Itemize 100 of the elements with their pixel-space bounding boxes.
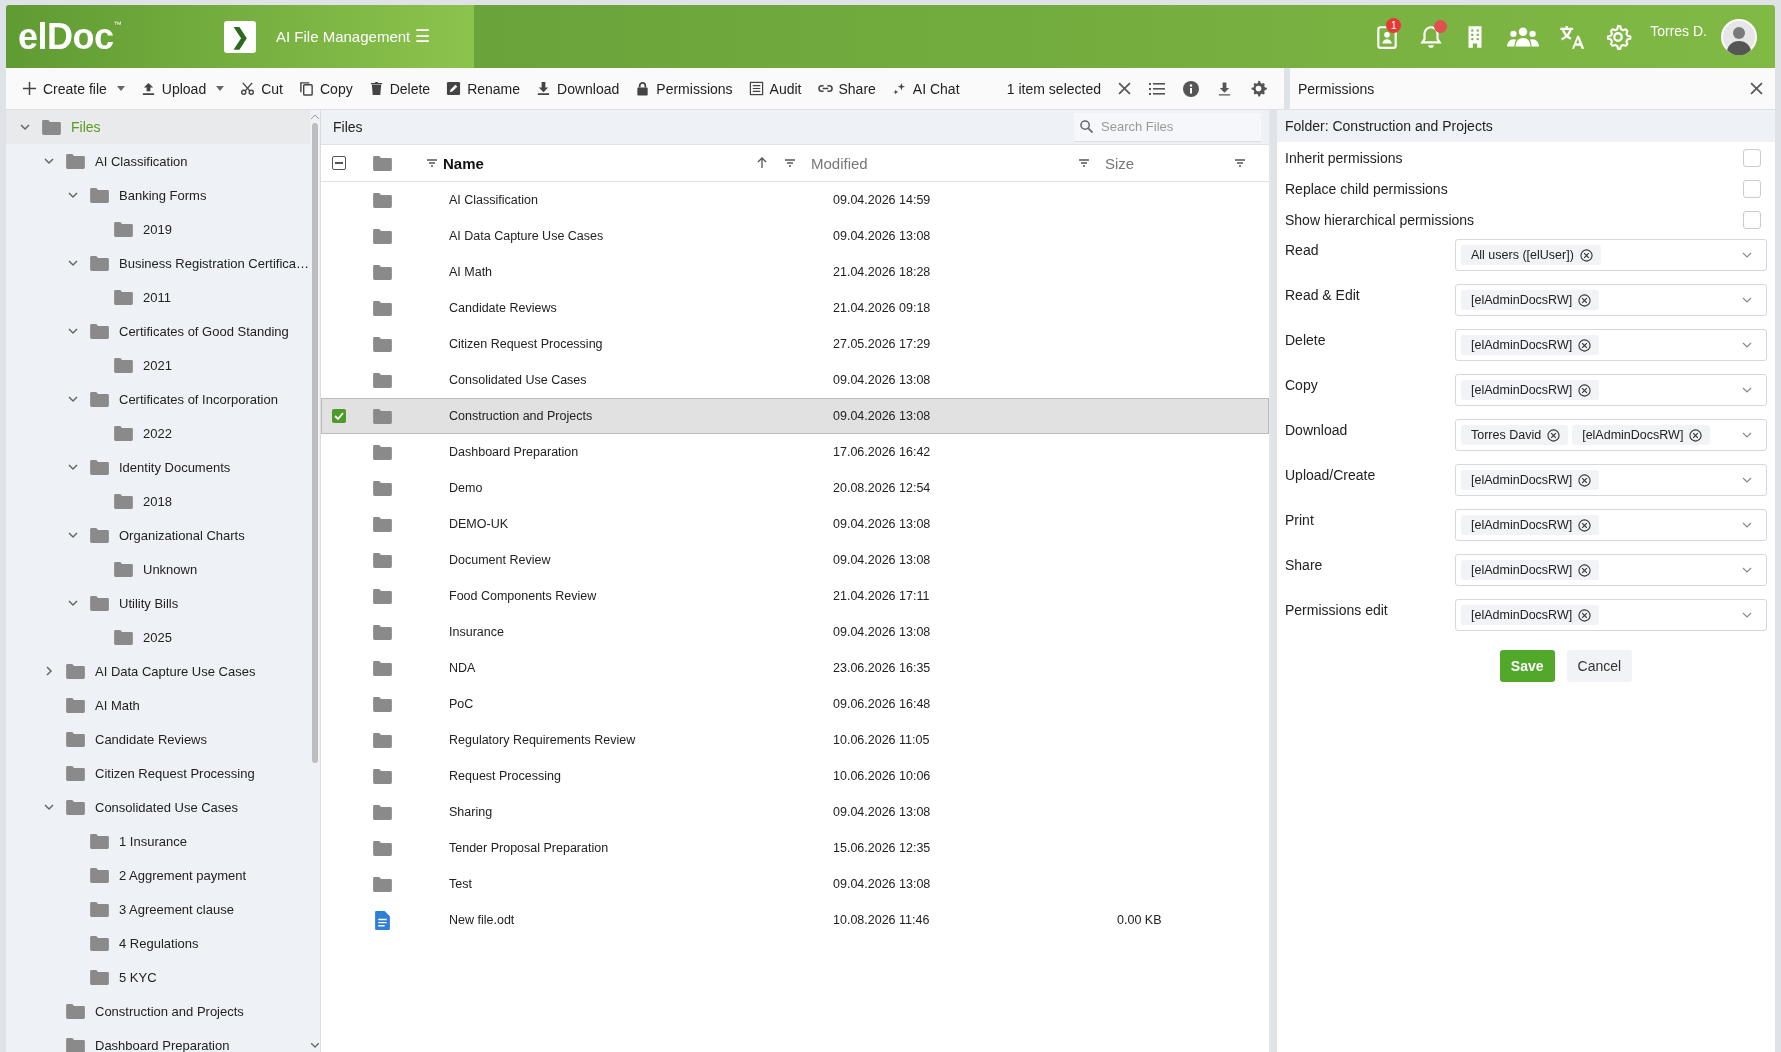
tree-item[interactable]: AI Data Capture Use Cases	[6, 654, 310, 688]
chevron-icon[interactable]	[68, 530, 78, 540]
file-row[interactable]: Construction and Projects 09.04.2026 13:08	[321, 398, 1269, 434]
remove-icon[interactable]	[1578, 383, 1592, 397]
chevron-icon[interactable]	[68, 190, 78, 200]
file-row[interactable]: Dashboard Preparation 17.06.2026 16:42	[321, 434, 1269, 470]
tree-item[interactable]: 2011	[6, 280, 310, 314]
file-row[interactable]: Citizen Request Processing 27.05.2026 17:29	[321, 326, 1269, 362]
chevron-icon[interactable]	[68, 258, 78, 268]
toolbar-action[interactable]: Delete	[360, 76, 439, 101]
remove-icon[interactable]	[1547, 428, 1561, 442]
tree-item[interactable]: Organizational Charts	[6, 518, 310, 552]
select-field[interactable]: Torres David [elAdminDocsRW]	[1455, 419, 1767, 451]
search-input[interactable]: Search Files	[1099, 118, 1243, 135]
checkbox[interactable]	[1743, 210, 1761, 229]
tree-item[interactable]: Candidate Reviews	[6, 722, 310, 756]
chevron-icon[interactable]	[20, 122, 30, 132]
scroll-down-icon[interactable]	[311, 1043, 319, 1048]
bell-icon[interactable]	[1418, 23, 1445, 50]
settings-icon[interactable]	[1250, 80, 1267, 97]
tree-item[interactable]: 3 Agreement clause	[6, 892, 310, 926]
file-row[interactable]: Consolidated Use Cases 09.04.2026 13:08	[321, 362, 1269, 398]
toolbar-action[interactable]: Upload	[132, 76, 233, 101]
tree-item[interactable]: 1 Insurance	[6, 824, 310, 858]
toolbar-action[interactable]: Audit	[740, 76, 810, 101]
select-field[interactable]: [elAdminDocsRW]	[1455, 509, 1767, 541]
filter-icon[interactable]	[1079, 159, 1089, 167]
remove-icon[interactable]	[1578, 293, 1592, 307]
chevron-down-icon[interactable]	[1742, 387, 1752, 393]
column-header[interactable]: Modified	[811, 154, 868, 172]
info-icon[interactable]	[1183, 80, 1199, 97]
file-row[interactable]: Test 09.04.2026 13:08	[321, 866, 1269, 902]
file-row[interactable]: Request Processing 10.06.2026 10:06	[321, 758, 1269, 794]
file-row[interactable]: Demo 20.08.2026 12:54	[321, 470, 1269, 506]
tree-item[interactable]: Consolidated Use Cases	[6, 790, 310, 824]
remove-icon[interactable]	[1579, 248, 1593, 262]
tree-item[interactable]: AI Classification	[6, 144, 310, 178]
file-row[interactable]: Food Components Review 21.04.2026 17:11	[321, 578, 1269, 614]
avatar[interactable]	[1721, 18, 1757, 55]
chevron-down-icon[interactable]	[1742, 297, 1752, 303]
toolbar-action[interactable]: AI Chat	[883, 76, 968, 101]
filter-icon[interactable]	[1235, 159, 1245, 167]
file-row[interactable]: Tender Proposal Preparation 15.06.2026 12:35	[321, 830, 1269, 866]
file-row[interactable]: Candidate Reviews 21.04.2026 09:18	[321, 290, 1269, 326]
file-row[interactable]: Regulatory Requirements Review 10.06.2026 11:05	[321, 722, 1269, 758]
chevron-down-icon[interactable]	[1742, 432, 1752, 438]
file-row[interactable]: Insurance 09.04.2026 13:08	[321, 614, 1269, 650]
tree-item[interactable]: AI Math	[6, 688, 310, 722]
chevron-icon[interactable]	[44, 156, 54, 166]
select-field[interactable]: [elAdminDocsRW]	[1455, 329, 1767, 361]
tree-item[interactable]: Identity Documents	[6, 450, 310, 484]
chevron-down-icon[interactable]	[1742, 477, 1752, 483]
tree-item[interactable]: 5 KYC	[6, 960, 310, 994]
select-field[interactable]: [elAdminDocsRW]	[1455, 554, 1767, 586]
close-icon[interactable]	[1750, 82, 1763, 95]
list-view-icon[interactable]	[1149, 81, 1165, 96]
tree-item[interactable]: Business Registration Certifica…	[6, 246, 310, 280]
select-field[interactable]: All users ([elUser])	[1455, 239, 1767, 271]
file-row[interactable]: AI Data Capture Use Cases 09.04.2026 13:08	[321, 218, 1269, 254]
file-row[interactable]: DEMO-UK 09.04.2026 13:08	[321, 506, 1269, 542]
toolbar-action[interactable]: Download	[528, 76, 628, 101]
remove-icon[interactable]	[1578, 608, 1592, 622]
tree-item[interactable]: 2 Aggrement payment	[6, 858, 310, 892]
select-all-checkbox[interactable]	[332, 156, 346, 170]
remove-icon[interactable]	[1578, 563, 1592, 577]
chevron-icon[interactable]	[68, 326, 78, 336]
chevron-icon[interactable]	[68, 598, 78, 608]
tree-item[interactable]: Certificates of Incorporation	[6, 382, 310, 416]
download-icon[interactable]	[1217, 80, 1232, 97]
select-field[interactable]: [elAdminDocsRW]	[1455, 599, 1767, 631]
scrollbar-thumb[interactable]	[312, 123, 318, 763]
toolbar-action[interactable]: Create file	[14, 76, 133, 101]
clear-selection-icon[interactable]	[1118, 82, 1131, 95]
file-row[interactable]: New file.odt 10.08.2026 11:46 0.00 KB	[321, 902, 1269, 938]
tree-item[interactable]: Dashboard Preparation	[6, 1028, 310, 1052]
sidebar-toggle-button[interactable]: ❯	[224, 20, 256, 53]
remove-icon[interactable]	[1689, 428, 1703, 442]
filter-icon[interactable]	[427, 159, 437, 167]
chevron-icon[interactable]	[68, 394, 78, 404]
chevron-down-icon[interactable]	[1742, 612, 1752, 618]
tree-item[interactable]: 4 Regulations	[6, 926, 310, 960]
toolbar-action[interactable]: Permissions	[627, 76, 741, 101]
chevron-icon[interactable]	[44, 666, 54, 676]
chevron-down-icon[interactable]	[1742, 342, 1752, 348]
remove-icon[interactable]	[1578, 473, 1592, 487]
chevron-down-icon[interactable]	[1742, 252, 1752, 258]
select-field[interactable]: [elAdminDocsRW]	[1455, 374, 1767, 406]
checkbox[interactable]	[1743, 179, 1761, 198]
tree-item[interactable]: Utility Bills	[6, 586, 310, 620]
tree-item[interactable]: 2021	[6, 348, 310, 382]
tree-item[interactable]: Unknown	[6, 552, 310, 586]
file-row[interactable]: NDA 23.06.2026 16:35	[321, 650, 1269, 686]
file-row[interactable]: Sharing 09.04.2026 13:08	[321, 794, 1269, 830]
tree-item[interactable]: Banking Forms	[6, 178, 310, 212]
chevron-down-icon[interactable]	[1742, 567, 1752, 573]
search-field[interactable]: Search Files	[1074, 112, 1261, 142]
tree-item[interactable]: 2022	[6, 416, 310, 450]
column-header[interactable]: Size	[1105, 154, 1135, 172]
toolbar-action[interactable]: Cut	[232, 76, 291, 101]
checkbox[interactable]	[1743, 148, 1761, 167]
